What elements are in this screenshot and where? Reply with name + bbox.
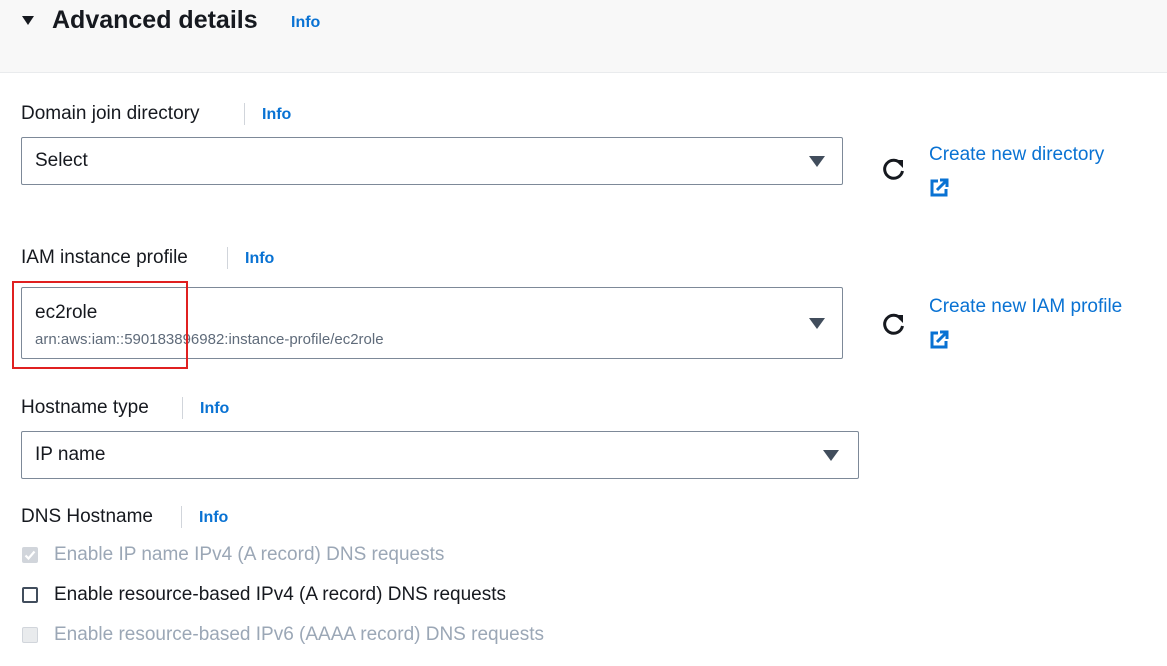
checkbox-icon[interactable] — [22, 587, 38, 603]
hostname-type-selected-value: IP name — [35, 444, 106, 465]
domain-join-selected-value: Select — [35, 150, 88, 171]
expand-caret-icon[interactable] — [22, 16, 34, 25]
highlight-box — [12, 281, 188, 369]
section-title[interactable]: Advanced details — [52, 5, 258, 35]
advanced-details-header: Advanced details Info — [0, 0, 1167, 73]
dropdown-caret-icon — [809, 156, 825, 167]
external-link-icon[interactable] — [929, 178, 949, 198]
checkbox-icon — [22, 627, 38, 643]
iam-profile-info-link[interactable]: Info — [245, 249, 274, 269]
domain-join-select[interactable]: Select — [21, 137, 843, 185]
dropdown-caret-icon — [809, 318, 825, 329]
hostname-type-select[interactable]: IP name — [21, 431, 859, 479]
label-divider — [244, 103, 245, 125]
create-new-iam-profile-link[interactable]: Create new IAM profile — [929, 295, 1122, 319]
section-info-link[interactable]: Info — [291, 13, 320, 33]
hostname-type-label: Hostname type — [21, 397, 149, 418]
domain-join-info-link[interactable]: Info — [262, 105, 291, 125]
dns-option-ip-name-ipv4: Enable IP name IPv4 (A record) DNS reque… — [54, 544, 445, 565]
iam-profile-label: IAM instance profile — [21, 247, 188, 268]
refresh-icon[interactable] — [881, 156, 907, 182]
dns-option-resource-ipv6: Enable resource-based IPv6 (AAAA record)… — [54, 624, 545, 645]
label-divider — [182, 397, 183, 419]
checkbox-icon — [22, 547, 38, 563]
dropdown-caret-icon — [823, 450, 839, 461]
domain-join-label: Domain join directory — [21, 103, 200, 124]
dns-hostname-info-link[interactable]: Info — [199, 508, 228, 528]
dns-option-resource-ipv4[interactable]: Enable resource-based IPv4 (A record) DN… — [54, 583, 506, 607]
label-divider — [181, 506, 182, 528]
external-link-icon[interactable] — [929, 330, 949, 350]
refresh-icon[interactable] — [881, 311, 907, 337]
dns-hostname-label: DNS Hostname — [21, 506, 153, 527]
label-divider — [227, 247, 228, 269]
hostname-type-info-link[interactable]: Info — [200, 399, 229, 419]
create-new-directory-link[interactable]: Create new directory — [929, 143, 1104, 167]
